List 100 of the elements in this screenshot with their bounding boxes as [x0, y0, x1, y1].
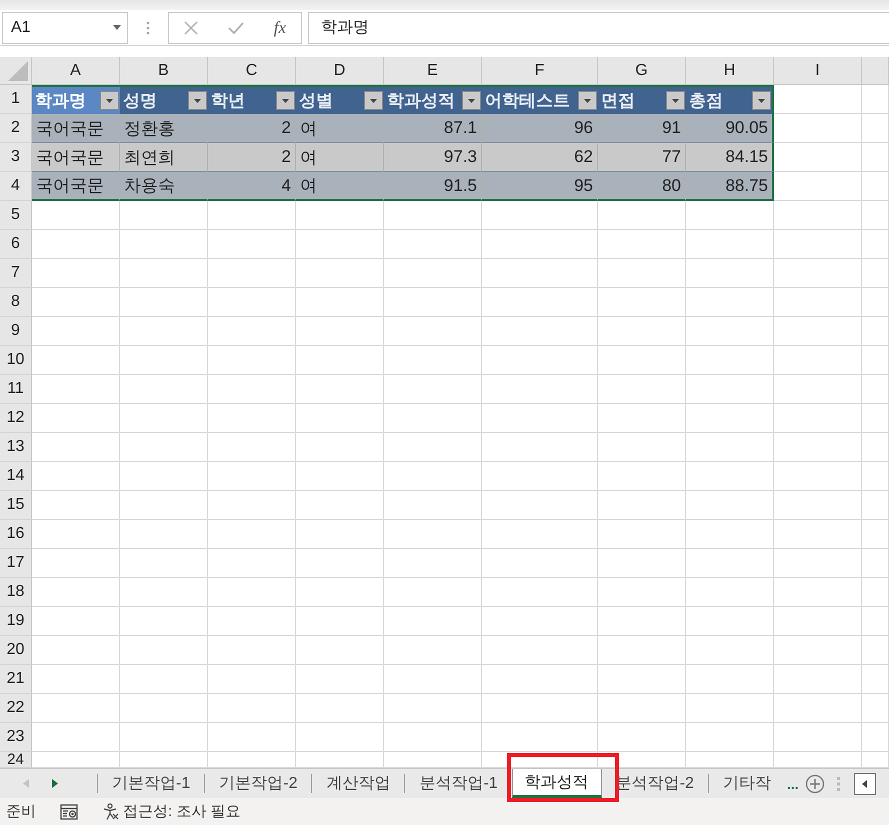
sheet-tab[interactable]: 기본작업-1 [97, 774, 204, 793]
spreadsheet-cell[interactable] [598, 462, 686, 491]
spreadsheet-cell[interactable] [774, 578, 862, 607]
row-header[interactable]: 20 [0, 636, 32, 665]
row-header[interactable]: 4 [0, 172, 32, 201]
spreadsheet-cell[interactable] [774, 114, 862, 143]
spreadsheet-cell[interactable] [32, 404, 120, 433]
spreadsheet-cell[interactable] [296, 520, 384, 549]
spreadsheet-cell[interactable] [32, 288, 120, 317]
spreadsheet-cell[interactable] [208, 404, 296, 433]
spreadsheet-cell[interactable] [384, 375, 482, 404]
cancel-icon[interactable] [184, 20, 198, 34]
spreadsheet-cell[interactable] [598, 346, 686, 375]
spreadsheet-cell[interactable] [482, 259, 598, 288]
spreadsheet-cell[interactable] [482, 288, 598, 317]
spreadsheet-cell[interactable] [384, 259, 482, 288]
spreadsheet-cell[interactable] [384, 491, 482, 520]
spreadsheet-cell[interactable] [120, 375, 208, 404]
spreadsheet-cell[interactable] [598, 607, 686, 636]
spreadsheet-cell[interactable] [862, 520, 889, 549]
spreadsheet-cell[interactable] [208, 578, 296, 607]
spreadsheet-cell[interactable] [120, 665, 208, 694]
spreadsheet-cell[interactable] [774, 201, 862, 230]
spreadsheet-cell[interactable] [384, 201, 482, 230]
spreadsheet-cell[interactable] [686, 404, 774, 433]
spreadsheet-cell[interactable] [686, 549, 774, 578]
formula-input[interactable]: 학과명 [308, 12, 889, 44]
sheet-tab[interactable]: 계산작업 [311, 774, 404, 793]
spreadsheet-cell[interactable] [32, 462, 120, 491]
spreadsheet-cell[interactable] [384, 346, 482, 375]
row-header[interactable]: 6 [0, 230, 32, 259]
spreadsheet-cell[interactable] [120, 549, 208, 578]
add-sheet-icon[interactable] [804, 774, 825, 794]
spreadsheet-cell[interactable] [32, 375, 120, 404]
spreadsheet-cell[interactable] [32, 607, 120, 636]
spreadsheet-cell[interactable] [774, 723, 862, 752]
spreadsheet-cell[interactable] [862, 317, 889, 346]
scroll-left-icon[interactable] [23, 779, 29, 788]
spreadsheet-cell[interactable] [598, 723, 686, 752]
spreadsheet-cell[interactable] [774, 288, 862, 317]
spreadsheet-cell[interactable] [208, 636, 296, 665]
check-icon[interactable] [228, 22, 244, 34]
spreadsheet-cell[interactable] [208, 665, 296, 694]
column-header[interactable]: F [482, 57, 598, 85]
filter-dropdown-button[interactable] [666, 91, 685, 110]
spreadsheet-cell[interactable] [296, 259, 384, 288]
row-header[interactable]: 14 [0, 462, 32, 491]
spreadsheet-cell[interactable] [120, 201, 208, 230]
filter-dropdown-button[interactable] [188, 91, 207, 110]
spreadsheet-cell[interactable] [482, 723, 598, 752]
spreadsheet-cell[interactable] [120, 578, 208, 607]
spreadsheet-cell[interactable] [774, 433, 862, 462]
spreadsheet-cell[interactable] [686, 462, 774, 491]
spreadsheet-cell[interactable] [862, 346, 889, 375]
spreadsheet-cell[interactable] [598, 317, 686, 346]
scroll-left-button[interactable] [854, 772, 876, 794]
scroll-right-icon[interactable] [52, 779, 58, 788]
spreadsheet-cell[interactable] [774, 607, 862, 636]
spreadsheet-cell[interactable] [384, 230, 482, 259]
spreadsheet-cell[interactable] [686, 491, 774, 520]
spreadsheet-cell[interactable] [208, 549, 296, 578]
spreadsheet-cell[interactable] [598, 578, 686, 607]
row-header[interactable]: 23 [0, 723, 32, 752]
row-header[interactable]: 1 [0, 85, 32, 114]
column-header[interactable]: A [32, 57, 120, 85]
sheet-tab[interactable]: 분석작업-2 [602, 774, 708, 793]
row-header[interactable]: 8 [0, 288, 32, 317]
spreadsheet-cell[interactable] [598, 433, 686, 462]
column-header[interactable]: I [774, 57, 862, 85]
spreadsheet-cell[interactable] [774, 143, 862, 172]
spreadsheet-cell[interactable] [208, 723, 296, 752]
spreadsheet-cell[interactable] [120, 259, 208, 288]
insert-function-button[interactable]: fx [274, 18, 286, 38]
row-header[interactable]: 11 [0, 375, 32, 404]
spreadsheet-cell[interactable] [482, 433, 598, 462]
spreadsheet-cell[interactable] [482, 607, 598, 636]
spreadsheet-cell[interactable] [120, 317, 208, 346]
spreadsheet-cell[interactable] [208, 346, 296, 375]
spreadsheet-cell[interactable] [384, 317, 482, 346]
column-header[interactable]: D [296, 57, 384, 85]
spreadsheet-cell[interactable] [862, 578, 889, 607]
spreadsheet-cell[interactable] [774, 230, 862, 259]
spreadsheet-cell[interactable] [32, 433, 120, 462]
spreadsheet-cell[interactable] [384, 288, 482, 317]
spreadsheet-cell[interactable] [482, 578, 598, 607]
table-header-cell[interactable]: 학과성적 [384, 85, 482, 114]
spreadsheet-cell[interactable] [384, 665, 482, 694]
more-tabs-button[interactable]: ... [786, 769, 799, 798]
spreadsheet-cell[interactable] [120, 491, 208, 520]
spreadsheet-cell[interactable] [686, 230, 774, 259]
spreadsheet-cell[interactable] [862, 433, 889, 462]
spreadsheet-cell[interactable] [384, 404, 482, 433]
spreadsheet-cell[interactable] [482, 636, 598, 665]
spreadsheet-cell[interactable] [120, 520, 208, 549]
spreadsheet-cell[interactable] [598, 201, 686, 230]
spreadsheet-cell[interactable] [120, 723, 208, 752]
spreadsheet-cell[interactable] [482, 694, 598, 723]
spreadsheet-cell[interactable] [862, 201, 889, 230]
spreadsheet-cell[interactable] [862, 404, 889, 433]
spreadsheet-cell[interactable] [686, 607, 774, 636]
